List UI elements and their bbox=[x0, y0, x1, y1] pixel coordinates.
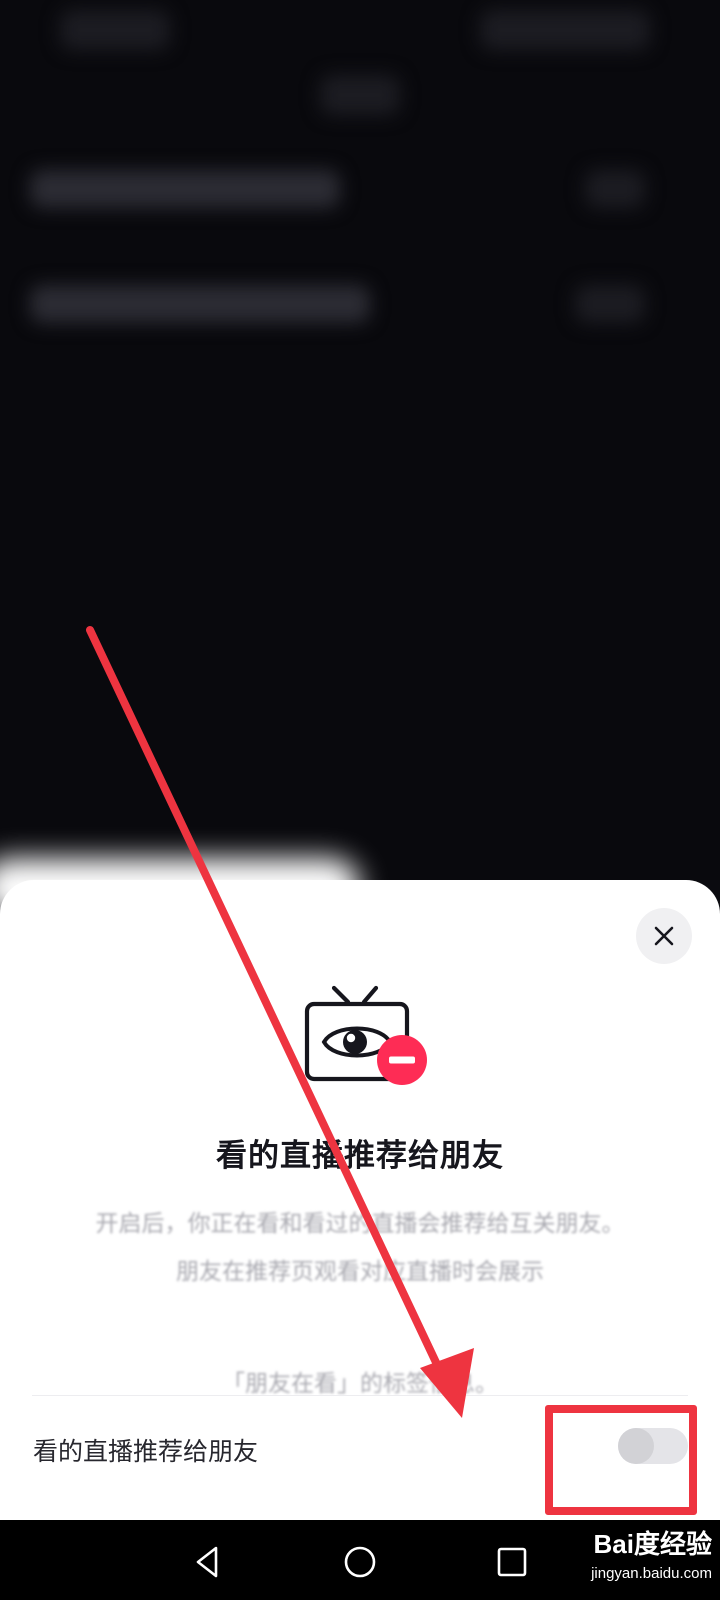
watermark-url: jingyan.baidu.com bbox=[591, 1565, 712, 1582]
blurred-row-1 bbox=[30, 170, 340, 208]
close-icon bbox=[654, 926, 674, 946]
baidu-jingyan-watermark: Bai度经验 jingyan.baidu.com bbox=[552, 1528, 712, 1594]
nav-recents-icon[interactable] bbox=[490, 1540, 534, 1584]
description-line-2: 朋友在推荐页观看对应直播时会展示 bbox=[176, 1259, 544, 1285]
annotation-highlight-box bbox=[545, 1405, 697, 1515]
setting-label: 看的直播推荐给朋友 bbox=[33, 1437, 259, 1466]
sheet-title: 看的直播推荐给朋友 bbox=[216, 1138, 504, 1174]
nav-home-icon[interactable] bbox=[338, 1540, 382, 1584]
description-line-3: 「朋友在看」的标签信息。 bbox=[222, 1371, 498, 1397]
close-button[interactable] bbox=[636, 908, 692, 964]
nav-back-icon[interactable] bbox=[186, 1540, 230, 1584]
blurred-row-2 bbox=[30, 285, 370, 323]
blurred-header-right bbox=[480, 10, 650, 50]
watermark-brand: Bai度经验 bbox=[593, 1529, 712, 1559]
blurred-background-page bbox=[0, 0, 720, 880]
sheet-description: 开启后，你正在看和看过的直播会推荐给互关朋友。 朋友在推荐页观看对应直播时会展示… bbox=[40, 1200, 680, 1408]
blurred-row-1-value bbox=[585, 170, 645, 208]
blurred-header-left bbox=[60, 10, 170, 50]
divider bbox=[32, 1395, 688, 1396]
description-line-1: 开启后，你正在看和看过的直播会推荐给互关朋友。 bbox=[95, 1211, 625, 1237]
blurred-pill bbox=[320, 75, 400, 115]
blurred-row-2-value bbox=[575, 285, 645, 323]
tv-eye-minus-icon bbox=[304, 985, 427, 1085]
